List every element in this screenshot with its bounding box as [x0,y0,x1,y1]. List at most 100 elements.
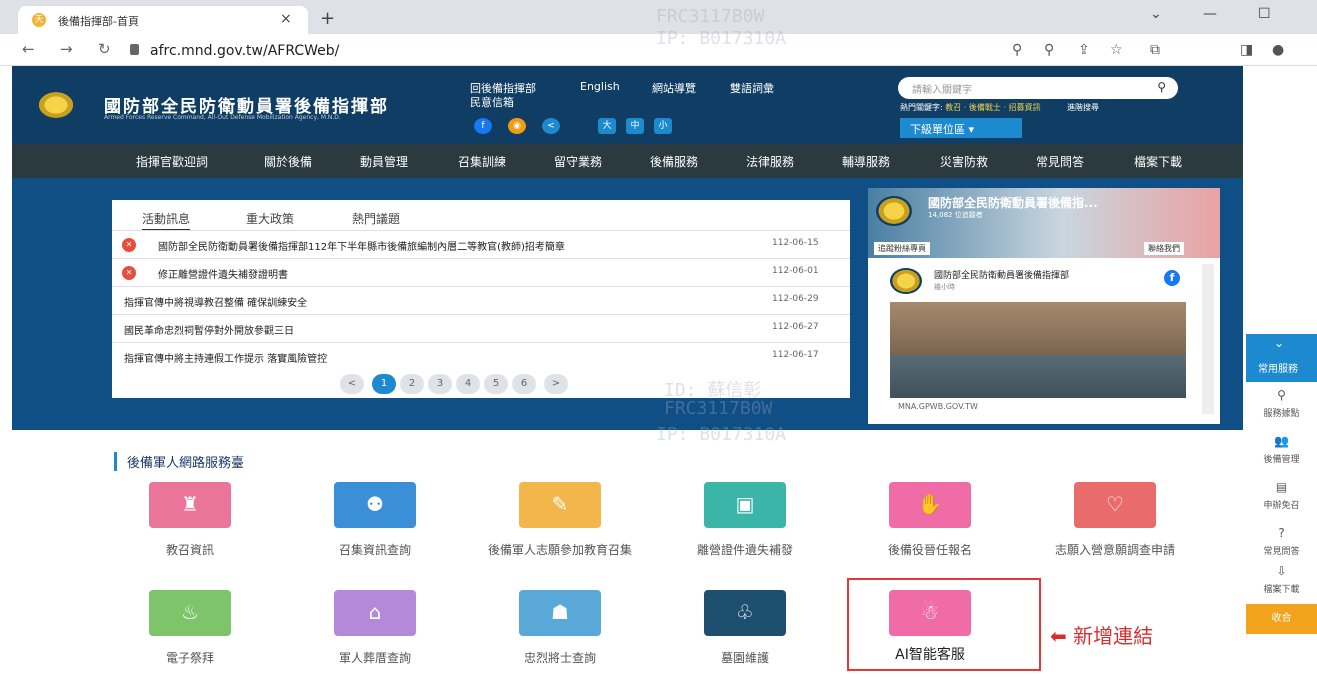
pager-page-3[interactable]: 3 [428,374,452,394]
search-input[interactable]: 請輸入關鍵字 [912,81,972,96]
fb-post-avatar[interactable] [890,268,922,294]
tile-call-query[interactable]: ⚉ [334,482,416,528]
fb-post-photo[interactable] [890,302,1186,398]
browser-tab[interactable]: 天 後備指揮部-首頁 × [18,6,308,34]
menu-item-reserve-service[interactable]: 後備服務 [650,153,698,170]
profile-avatar-icon[interactable]: ● [1272,42,1284,58]
facebook-cover[interactable]: 國防部全民防衛動員署後備指... 14,082 位追蹤者 追蹤粉絲專頁 聯絡我們 [868,188,1220,258]
minimize-button[interactable]: — [1203,6,1217,22]
news-item[interactable]: 指揮官傳中將主持連假工作提示 落實風險管控 112-06-17 [112,342,850,370]
tile-enlistment-survey[interactable]: ♡ [1074,482,1156,528]
side-item-reserve-mgmt[interactable]: 👥 後備管理 [1246,428,1317,474]
tile-label[interactable]: 墓園維護 [655,650,835,666]
font-size-large-button[interactable]: 大 [598,118,616,134]
news-title[interactable]: 指揮官傳中將視導教召整備 確保訓練安全 [124,294,744,309]
link-glossary[interactable]: 雙語詞彙 [730,80,774,96]
pager-page-2[interactable]: 2 [400,374,424,394]
share-icon[interactable]: < [542,118,560,134]
menu-item-training[interactable]: 召集訓練 [458,153,506,170]
tile-label[interactable]: 電子祭拜 [100,650,280,666]
close-tab-icon[interactable]: × [280,11,292,27]
tile-volunteer-training[interactable]: ✎ [519,482,601,528]
fb-page-name[interactable]: 國防部全民防衛動員署後備指... [928,194,1098,211]
pager-page-1[interactable]: 1 [372,374,396,394]
tile-label[interactable]: 召集資訊查詢 [285,542,465,558]
news-title[interactable]: 修正離營證件遺失補發證明書 [158,266,778,281]
fb-page-avatar[interactable] [876,196,912,226]
menu-item-faq[interactable]: 常見問答 [1036,153,1084,170]
tile-label[interactable]: 忠烈將士查詢 [470,650,650,666]
forward-icon[interactable]: → [60,40,73,58]
maximize-button[interactable]: ☐ [1258,6,1271,22]
pager-page-6[interactable]: 6 [512,374,536,394]
side-item-locations[interactable]: ⚲ 服務據點 [1246,382,1317,428]
bookmark-star-icon[interactable]: ☆ [1110,42,1123,58]
pager-next-button[interactable]: > [544,374,568,394]
tile-burial-query[interactable]: ⌂ [334,590,416,636]
tab-topics[interactable]: 熱門議題 [352,210,400,227]
facebook-share-icon[interactable]: f [474,118,492,134]
news-title[interactable]: 國民革命忠烈祠暫停對外開放參觀三日 [124,322,744,337]
side-item-exemption[interactable]: ▤ 申辦免召 [1246,474,1317,520]
tile-training-info[interactable]: ♜ [149,482,231,528]
quick-services-toggle[interactable]: ⌄ 常用服務 [1246,334,1317,382]
advanced-search-link[interactable]: 進階搜尋 [1067,103,1099,112]
menu-item-mobilization[interactable]: 動員管理 [360,153,408,170]
collapse-button[interactable]: 收合 [1246,604,1317,634]
sidepanel-icon[interactable]: ◨ [1240,42,1253,58]
link-mailbox[interactable]: 民意信箱 [470,94,514,110]
zoom-out-icon[interactable]: ⚲ [1044,42,1054,58]
tile-label[interactable]: 教召資訊 [100,542,280,558]
news-title[interactable]: 國防部全民防衛動員署後備指揮部112年下半年縣市後備旅編制內層二等教官(教師)招… [158,238,758,253]
facebook-logo-icon[interactable]: f [1164,270,1180,286]
news-item[interactable]: 國民革命忠烈祠暫停對外開放參觀三日 112-06-27 [112,314,850,342]
unit-dropdown[interactable]: 下級單位區 ▾ [900,118,1022,138]
pager-page-4[interactable]: 4 [456,374,480,394]
rss-icon[interactable]: ◉ [508,118,526,134]
font-size-small-button[interactable]: 小 [654,118,672,134]
menu-item-welcome[interactable]: 指揮官歡迎詞 [136,153,208,170]
news-item[interactable]: ✕ 修正離營證件遺失補發證明書 112-06-01 [112,258,850,286]
fb-scrollbar[interactable] [1202,264,1214,414]
menu-item-downloads[interactable]: 檔案下載 [1134,153,1182,170]
fb-post-author[interactable]: 國防部全民防衛動員署後備指揮部 [934,268,1069,281]
menu-item-legal[interactable]: 法律服務 [746,153,794,170]
side-item-downloads[interactable]: ⇩ 檔案下載 [1246,558,1317,604]
tab-search-icon[interactable]: ⌄ [1150,6,1162,22]
news-item[interactable]: 指揮官傳中將視導教召整備 確保訓練安全 112-06-29 [112,286,850,314]
tile-martyrs-query[interactable]: ☗ [519,590,601,636]
search-icon[interactable]: ⚲ [1157,80,1166,94]
tile-label[interactable]: 離營證件遺失補發 [655,542,835,558]
menu-item-rear-duty[interactable]: 留守業務 [554,153,602,170]
back-icon[interactable]: ← [22,40,35,58]
fb-contact-button[interactable]: 聯絡我們 [1144,242,1184,255]
tile-online-worship[interactable]: ♨ [149,590,231,636]
hot-keywords-links[interactable]: 教召 · 後備戰士 · 招募資訊 [945,103,1040,112]
tab-policies[interactable]: 重大政策 [246,210,294,227]
tile-label[interactable]: 軍人葬厝查詢 [285,650,465,666]
tile-label[interactable]: 後備軍人志願參加教育召集 [485,542,635,558]
menu-item-about[interactable]: 關於後備 [264,153,312,170]
share-icon[interactable]: ⇪ [1078,42,1090,58]
pager-prev-button[interactable]: < [340,374,364,394]
fb-follow-button[interactable]: 追蹤粉絲專頁 [874,242,930,255]
news-item[interactable]: ✕ 國防部全民防衛動員署後備指揮部112年下半年縣市後備旅編制內層二等教官(教師… [112,230,850,258]
tile-promotion-signup[interactable]: ✋ [889,482,971,528]
pager-page-5[interactable]: 5 [484,374,508,394]
emblem-logo-icon[interactable] [36,90,76,120]
tab-activities[interactable]: 活動訊息 [142,210,191,231]
zoom-icon[interactable]: ⚲ [1012,42,1022,58]
new-tab-button[interactable]: + [320,8,335,29]
menu-item-disaster[interactable]: 災害防救 [940,153,988,170]
link-english[interactable]: English [580,80,620,93]
link-sitemap[interactable]: 網站導覽 [652,80,696,96]
news-title[interactable]: 指揮官傳中將主持連假工作提示 落實風險管控 [124,350,744,365]
url-field[interactable]: afrc.mnd.gov.tw/AFRCWeb/ [150,43,339,59]
menu-item-counseling[interactable]: 輔導服務 [842,153,890,170]
tile-label[interactable]: 志願入營意願調查申請 [1050,542,1180,558]
search-box[interactable]: 請輸入關鍵字 ⚲ [898,77,1178,99]
reload-icon[interactable]: ↻ [98,40,111,58]
tile-cemetery-maintenance[interactable]: ♧ [704,590,786,636]
font-size-medium-button[interactable]: 中 [626,118,644,134]
tile-label[interactable]: 後備役晉任報名 [840,542,1020,558]
